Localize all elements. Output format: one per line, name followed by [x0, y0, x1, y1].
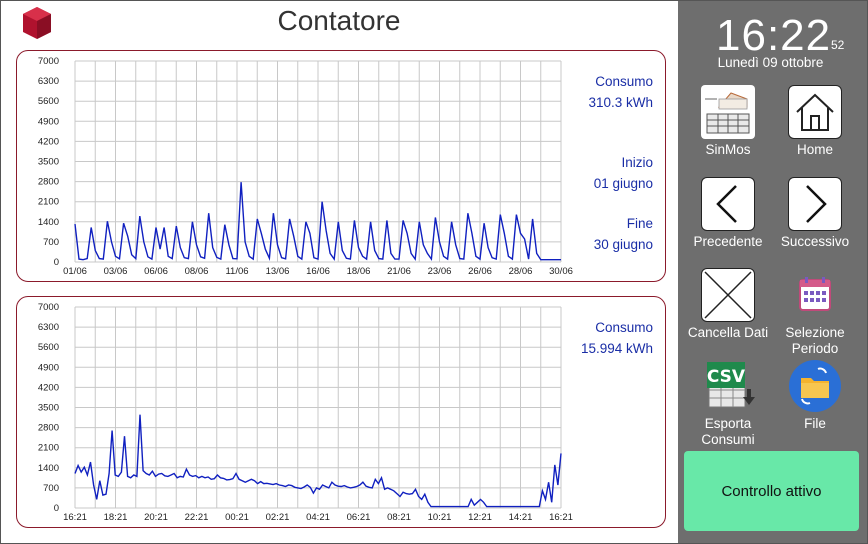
x-tick-label: 12:21	[468, 512, 492, 523]
clock-seconds: 52	[831, 38, 845, 52]
inizio-block: Inizio 01 giugno	[594, 152, 653, 194]
consumo-value: 310.3 kWh	[588, 95, 653, 110]
x-tick-label: 06:21	[347, 512, 371, 523]
sinmos-label: SinMos	[705, 142, 751, 157]
folder-sync-icon	[789, 360, 841, 412]
home-button[interactable]: Home	[770, 85, 860, 158]
precedente-label: Precedente	[693, 234, 763, 249]
y-tick-label: 4900	[38, 362, 59, 373]
y-tick-label: 1400	[38, 463, 59, 474]
y-tick-label: 3500	[38, 157, 59, 168]
x-tick-label: 26/06	[468, 266, 492, 277]
controllo-attivo-button[interactable]: Controllo attivo	[684, 451, 859, 531]
home-icon	[788, 85, 842, 139]
y-tick-label: 4200	[38, 382, 59, 393]
x-tick-label: 10:21	[428, 512, 452, 523]
fine-block: Fine 30 giugno	[594, 213, 653, 255]
monthly-chart-panel: 0 700 1400 2100 2800 3500 4200 4900 5600 6300 7000…	[16, 50, 666, 282]
fine-label: Fine	[626, 216, 653, 231]
clock-time: 16:22	[716, 11, 832, 60]
y-tick-label: 2100	[38, 197, 59, 208]
x-tick-label: 14:21	[509, 512, 533, 523]
main-area: Contatore 0 700 1400 2100 2800 3500 4200 4900 56…	[1, 1, 677, 542]
close-icon	[701, 268, 755, 322]
chevron-left-icon	[701, 177, 755, 231]
y-tick-label: 0	[54, 257, 59, 268]
y-tick-label: 0	[54, 503, 59, 514]
file-label: File	[804, 416, 826, 431]
inizio-label: Inizio	[621, 155, 653, 170]
x-tick-label: 02:21	[266, 512, 290, 523]
chevron-right-icon	[788, 177, 842, 231]
x-tick-label: 16:21	[63, 512, 87, 523]
monthly-consumo-block: Consumo 310.3 kWh	[588, 71, 653, 113]
esporta-label: Esporta Consumi	[701, 416, 755, 447]
x-tick-label: 20:21	[144, 512, 168, 523]
x-tick-label: 18:21	[104, 512, 128, 523]
x-tick-label: 16/06	[306, 266, 330, 277]
file-button[interactable]: File	[770, 359, 860, 432]
successivo-label: Successivo	[780, 234, 850, 249]
x-tick-label: 23/06	[428, 266, 452, 277]
x-tick-label: 00:21	[225, 512, 249, 523]
selezione-periodo-button[interactable]: Selezione Periodo	[770, 268, 860, 357]
cancella-label: Cancella Dati	[687, 325, 769, 340]
x-tick-label: 22:21	[185, 512, 209, 523]
y-tick-label: 5600	[38, 342, 59, 353]
y-tick-label: 4200	[38, 136, 59, 147]
page-title: Contatore	[277, 5, 401, 36]
home-label: Home	[796, 142, 833, 157]
y-tick-label: 6300	[38, 76, 59, 87]
y-tick-label: 700	[43, 483, 59, 494]
y-tick-label: 3500	[38, 403, 59, 414]
y-tick-label: 4900	[38, 116, 59, 127]
y-tick-label: 7000	[38, 56, 59, 67]
sinmos-button[interactable]: SinMos	[683, 85, 773, 158]
y-tick-label: 1400	[38, 217, 59, 228]
selezione-label: Selezione Periodo	[785, 325, 845, 356]
x-tick-label: 01/06	[63, 266, 87, 277]
x-tick-label: 04:21	[306, 512, 330, 523]
daily-consumption-chart: 0 700 1400 2100 2800 3500 4200 4900 5600 6300 7000…	[38, 302, 573, 523]
y-tick-label: 2800	[38, 423, 59, 434]
y-tick-label: 6300	[38, 322, 59, 333]
y-tick-label: 2800	[38, 177, 59, 188]
cancella-dati-button[interactable]: Cancella Dati	[683, 268, 773, 341]
x-tick-label: 03/06	[104, 266, 128, 277]
inizio-value: 01 giugno	[593, 176, 653, 191]
csv-text: CSV	[707, 367, 746, 387]
x-tick-label: 11/06	[225, 266, 248, 277]
x-tick-label: 30/06	[549, 266, 573, 277]
monthly-consumption-chart: 0 700 1400 2100 2800 3500 4200 4900 5600 6300 7000…	[38, 56, 573, 277]
daily-chart-panel: 0 700 1400 2100 2800 3500 4200 4900 5600 6300 7000…	[16, 296, 666, 528]
x-tick-label: 08/06	[185, 266, 209, 277]
consumo-value: 15.994 kWh	[580, 341, 653, 356]
csv-export-icon: CSV	[707, 362, 755, 408]
house-plan-icon	[701, 85, 755, 139]
successivo-button[interactable]: Successivo	[770, 177, 860, 250]
clock-date: Lunedì 09 ottobre	[717, 55, 824, 70]
y-tick-label: 7000	[38, 302, 59, 313]
x-tick-label: 16:21	[549, 512, 573, 523]
x-tick-label: 18/06	[347, 266, 371, 277]
consumo-label: Consumo	[595, 74, 653, 89]
x-tick-label: 21/06	[387, 266, 411, 277]
precedente-button[interactable]: Precedente	[683, 177, 773, 250]
x-tick-label: 08:21	[387, 512, 411, 523]
x-tick-label: 06/06	[144, 266, 168, 277]
consumo-label: Consumo	[595, 320, 653, 335]
x-tick-label: 28/06	[509, 266, 533, 277]
y-tick-label: 5600	[38, 96, 59, 107]
fine-value: 30 giugno	[593, 237, 653, 252]
x-tick-label: 13/06	[266, 266, 290, 277]
daily-consumo-block: Consumo 15.994 kWh	[581, 317, 653, 359]
y-tick-label: 700	[43, 237, 59, 248]
calendar-icon	[799, 277, 831, 311]
y-tick-label: 2100	[38, 443, 59, 454]
esporta-consumi-button[interactable]: CSV Esporta Consumi	[683, 359, 773, 448]
